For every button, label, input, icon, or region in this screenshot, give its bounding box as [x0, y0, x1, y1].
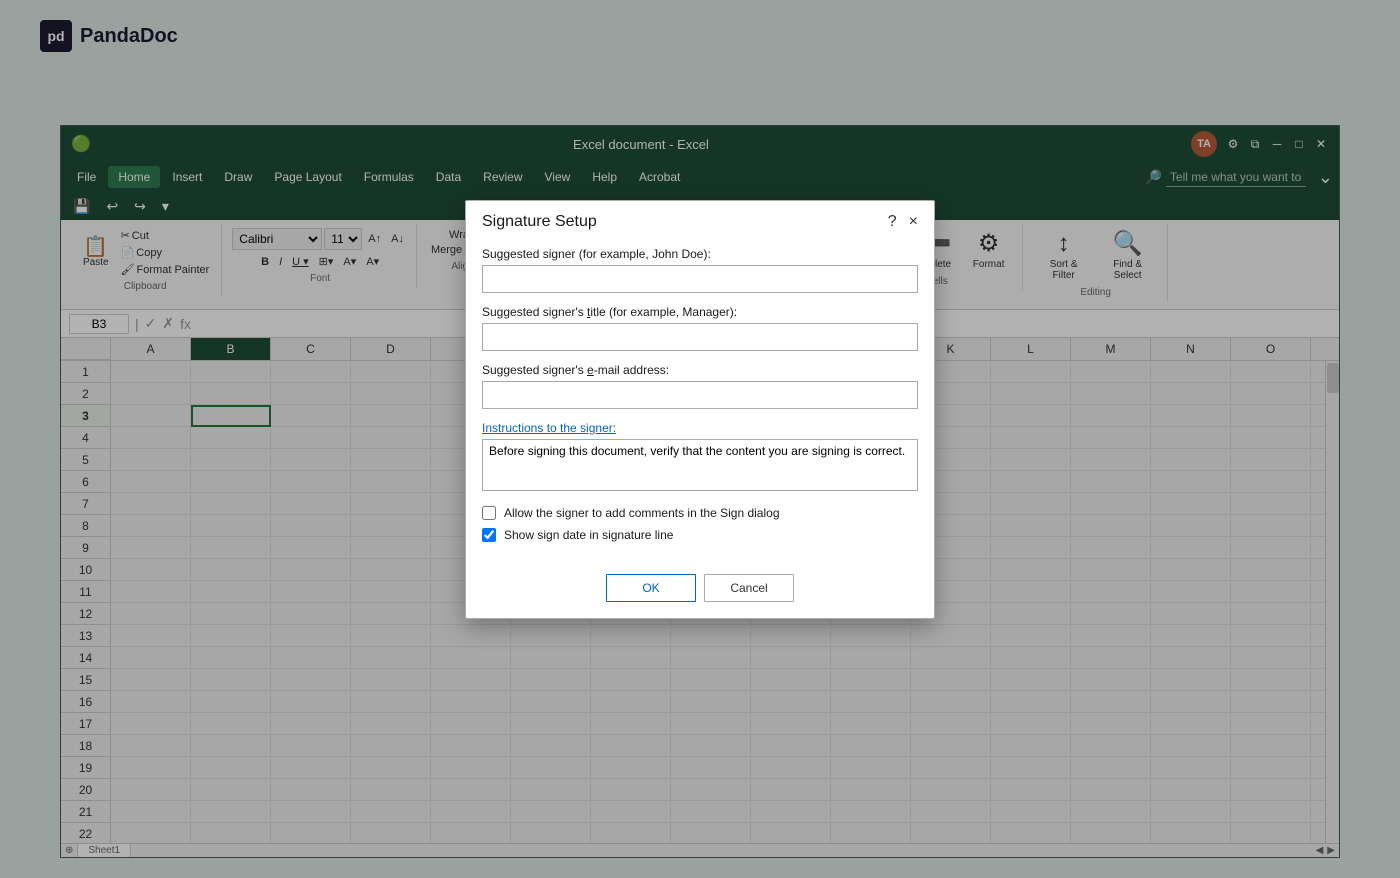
allow-comments-row: Allow the signer to add comments in the …	[482, 506, 918, 520]
title-field-group: Suggested signer's title (for example, M…	[482, 305, 918, 351]
email-label: Suggested signer's e-mail address:	[482, 363, 918, 377]
ok-button[interactable]: OK	[606, 574, 696, 602]
modal-body: Suggested signer (for example, John Doe)…	[466, 239, 934, 566]
allow-comments-checkbox[interactable]	[482, 506, 496, 520]
cancel-button[interactable]: Cancel	[704, 574, 794, 602]
email-input[interactable]	[482, 381, 918, 409]
close-dialog-btn[interactable]: ×	[909, 213, 918, 231]
instructions-textarea[interactable]: Before signing this document, verify tha…	[482, 439, 918, 491]
show-date-row: Show sign date in signature line	[482, 528, 918, 542]
modal-footer: OK Cancel	[466, 566, 934, 618]
title-label: Suggested signer's title (for example, M…	[482, 305, 918, 319]
show-date-checkbox[interactable]	[482, 528, 496, 542]
instructions-group: Instructions to the signer: Before signi…	[482, 421, 918, 494]
signer-label: Suggested signer (for example, John Doe)…	[482, 247, 918, 261]
signature-setup-dialog: Signature Setup ? × Suggested signer (fo…	[465, 200, 935, 619]
modal-title-bar: Signature Setup ? ×	[466, 201, 934, 239]
email-field-group: Suggested signer's e-mail address:	[482, 363, 918, 409]
instructions-label[interactable]: Instructions to the signer:	[482, 421, 918, 435]
title-input[interactable]	[482, 323, 918, 351]
modal-overlay: Signature Setup ? × Suggested signer (fo…	[0, 0, 1400, 878]
allow-comments-label: Allow the signer to add comments in the …	[504, 506, 780, 520]
signer-input[interactable]	[482, 265, 918, 293]
show-date-label: Show sign date in signature line	[504, 528, 673, 542]
modal-title: Signature Setup	[482, 213, 597, 231]
help-icon[interactable]: ?	[888, 213, 897, 231]
signer-field-group: Suggested signer (for example, John Doe)…	[482, 247, 918, 293]
